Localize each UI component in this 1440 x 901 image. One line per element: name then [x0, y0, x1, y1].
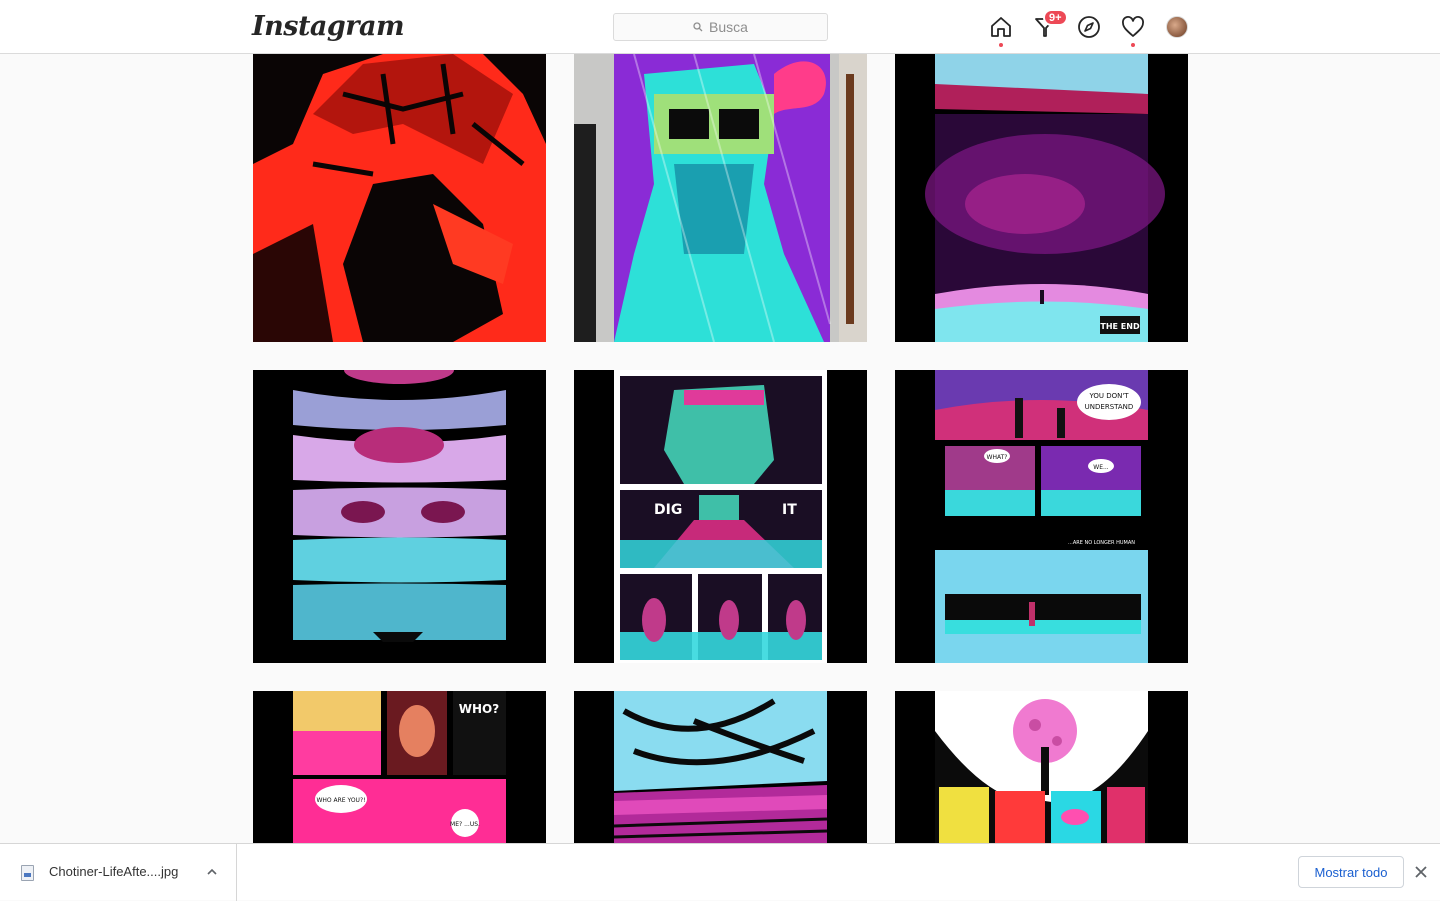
activity-feed-button[interactable]: 9+: [1032, 9, 1068, 40]
we-label: WE...: [1093, 464, 1109, 471]
search-input[interactable]: Busca: [613, 13, 828, 41]
post-thumbnail[interactable]: [253, 370, 546, 663]
post-thumbnail[interactable]: [895, 691, 1188, 843]
search-icon: [693, 22, 703, 32]
post-thumbnail[interactable]: DIG IT: [574, 370, 867, 663]
download-item[interactable]: Chotiner-LifeAfte....jpg: [0, 844, 237, 901]
post-image: [253, 54, 546, 342]
post-image: [574, 54, 867, 342]
post-image: DIG IT: [574, 370, 867, 663]
home-icon: [991, 17, 1011, 37]
top-navigation-bar: Instagram Busca 9+: [0, 0, 1440, 54]
who-label: WHO?: [459, 702, 499, 716]
heart-icon: [1122, 16, 1144, 37]
post-thumbnail[interactable]: [574, 54, 867, 342]
you-dont-label: YOU DON'T: [1088, 392, 1129, 400]
me-us-label: ME? ...US.: [450, 821, 480, 828]
profile-avatar[interactable]: [1166, 16, 1188, 38]
chevron-up-icon[interactable]: [205, 865, 219, 879]
post-image: [253, 370, 546, 663]
download-file-name: Chotiner-LifeAfte....jpg: [49, 864, 179, 879]
likes-dot: [1131, 43, 1135, 47]
home-active-dot: [999, 43, 1003, 47]
post-thumbnail[interactable]: [574, 691, 867, 843]
download-bar: Chotiner-LifeAfte....jpg Mostrar todo: [0, 843, 1440, 901]
explore-button[interactable]: [1076, 14, 1102, 40]
image-file-icon: [21, 865, 34, 881]
post-image: THE END: [895, 54, 1188, 342]
post-thumbnail[interactable]: WHO? WHO ARE YOU?! ME? ...US.: [253, 691, 546, 843]
home-button[interactable]: [988, 14, 1014, 47]
post-thumbnail[interactable]: THE END: [895, 54, 1188, 342]
post-image: [895, 691, 1188, 843]
explore-icon: [1078, 16, 1100, 38]
show-all-downloads-button[interactable]: Mostrar todo: [1298, 856, 1404, 888]
the-end-label: THE END: [1100, 322, 1140, 331]
understand-label: UNDERSTAND: [1085, 403, 1134, 411]
dig-label: DIG: [654, 502, 682, 518]
post-thumbnail[interactable]: YOU DON'T UNDERSTAND WHAT? WE... ...ARE …: [895, 370, 1188, 663]
no-longer-human-label: ...ARE NO LONGER HUMAN: [1068, 540, 1135, 546]
post-image: YOU DON'T UNDERSTAND WHAT? WE... ...ARE …: [895, 370, 1188, 663]
post-image: [574, 691, 867, 843]
notification-badge: 9+: [1043, 9, 1068, 26]
post-image: WHO? WHO ARE YOU?! ME? ...US.: [253, 691, 546, 843]
likes-button[interactable]: [1120, 14, 1146, 47]
close-icon[interactable]: [1412, 863, 1430, 881]
who-are-you-label: WHO ARE YOU?!: [316, 797, 365, 804]
what-label: WHAT?: [987, 454, 1008, 461]
instagram-logo[interactable]: Instagram: [252, 11, 405, 42]
search-placeholder: Busca: [709, 19, 748, 35]
it-label: IT: [782, 502, 797, 518]
post-thumbnail[interactable]: [253, 54, 546, 342]
